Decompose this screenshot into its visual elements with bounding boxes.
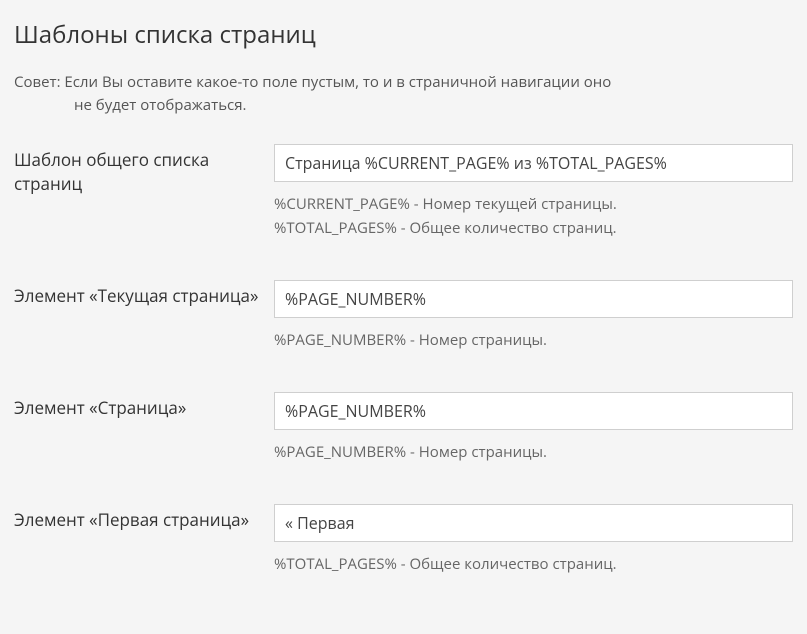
field-current-page: %PAGE_NUMBER% - Номер страницы.: [274, 280, 793, 352]
help-overall-template: %CURRENT_PAGE% - Номер текущей страницы.…: [274, 192, 793, 240]
section-title: Шаблоны списка страниц: [14, 18, 793, 51]
row-page: Элемент «Страница» %PAGE_NUMBER% - Номер…: [14, 392, 793, 464]
field-first-page: %TOTAL_PAGES% - Общее количество страниц…: [274, 504, 793, 576]
input-overall-template[interactable]: [274, 144, 793, 182]
tip-row: Совет: Если Вы оставите какое-то поле пу…: [14, 71, 793, 116]
field-overall-template: %CURRENT_PAGE% - Номер текущей страницы.…: [274, 144, 793, 240]
input-current-page[interactable]: [274, 280, 793, 318]
label-first-page: Элемент «Первая страница»: [14, 504, 274, 532]
label-page: Элемент «Страница»: [14, 392, 274, 420]
label-current-page: Элемент «Текущая страница»: [14, 280, 274, 308]
row-current-page: Элемент «Текущая страница» %PAGE_NUMBER%…: [14, 280, 793, 352]
help-page: %PAGE_NUMBER% - Номер страницы.: [274, 440, 793, 464]
help-current-page: %PAGE_NUMBER% - Номер страницы.: [274, 328, 793, 352]
input-first-page[interactable]: [274, 504, 793, 542]
row-overall-template: Шаблон общего списка страниц %CURRENT_PA…: [14, 144, 793, 240]
input-page[interactable]: [274, 392, 793, 430]
help-current-page-token: %CURRENT_PAGE% - Номер текущей страницы.: [274, 192, 793, 216]
help-total-pages-token: %TOTAL_PAGES% - Общее количество страниц…: [274, 216, 793, 240]
tip-text-line1: Если Вы оставите какое-то поле пустым, т…: [61, 72, 612, 92]
tip-label: Совет:: [14, 72, 61, 92]
field-page: %PAGE_NUMBER% - Номер страницы.: [274, 392, 793, 464]
label-overall-template: Шаблон общего списка страниц: [14, 144, 274, 196]
help-first-page: %TOTAL_PAGES% - Общее количество страниц…: [274, 552, 793, 576]
tip-text-line2: не будет отображаться.: [14, 94, 793, 117]
row-first-page: Элемент «Первая страница» %TOTAL_PAGES% …: [14, 504, 793, 576]
